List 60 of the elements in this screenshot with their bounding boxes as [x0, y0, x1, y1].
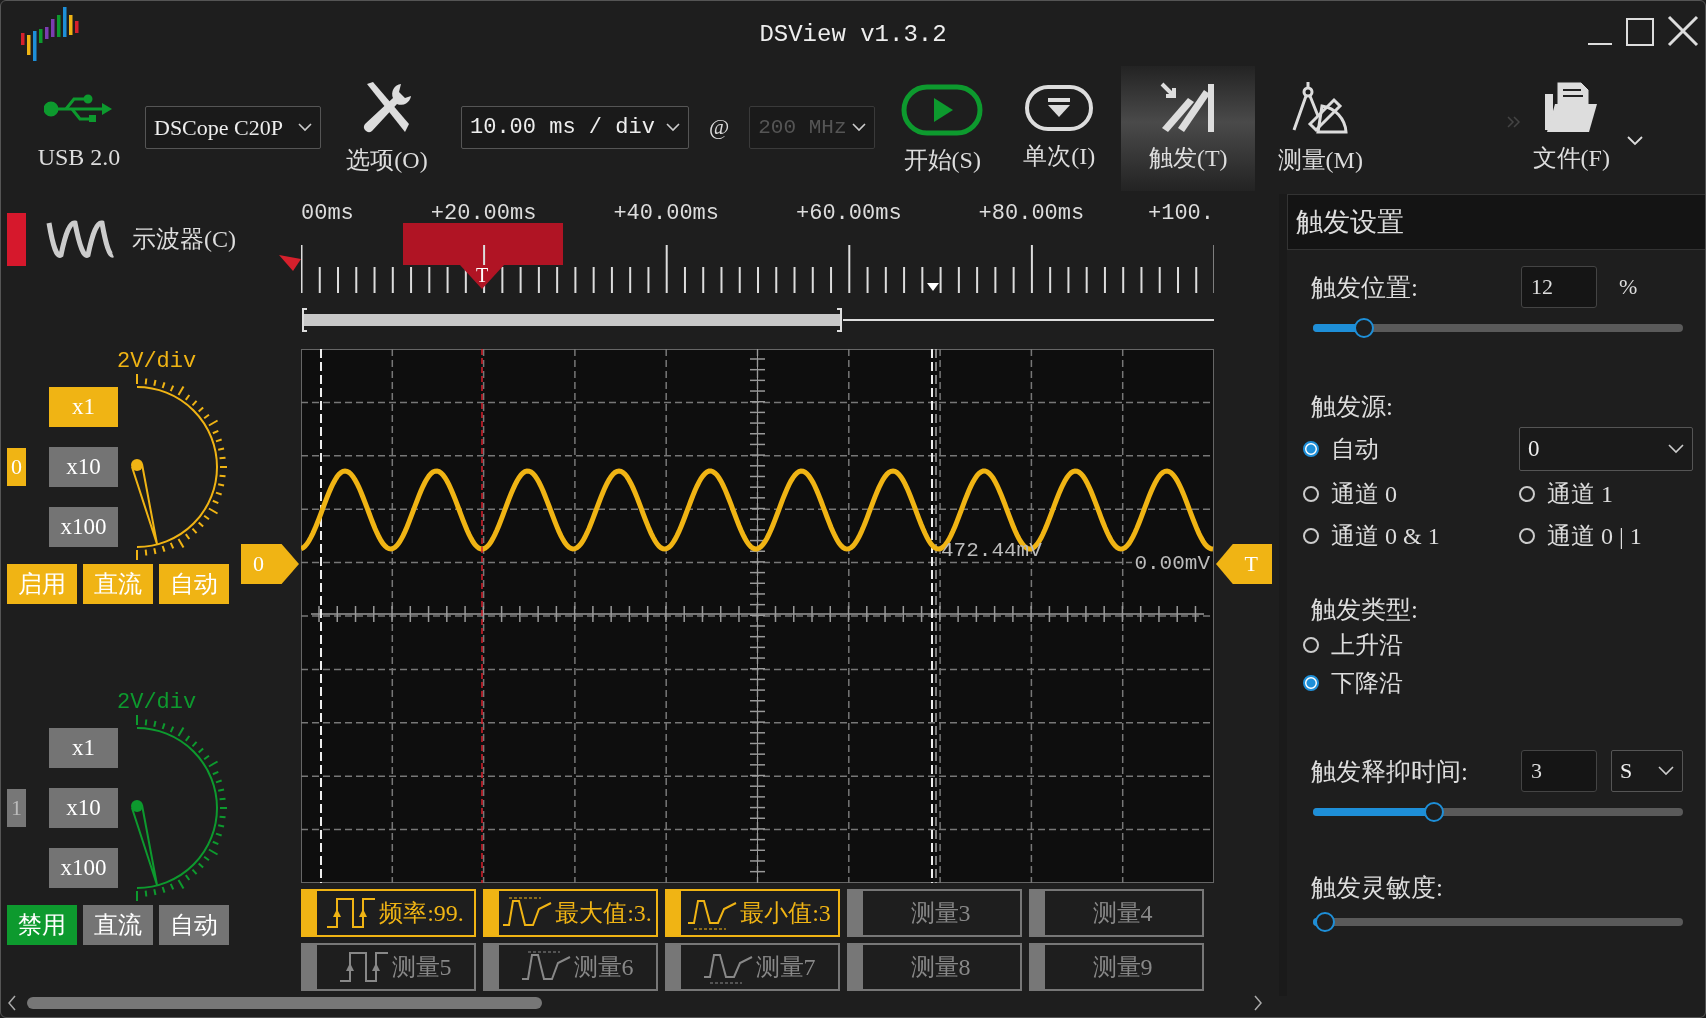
channel-index: 0: [7, 448, 26, 486]
field-label: 触发灵敏度:: [1311, 873, 1444, 903]
measurement-button[interactable]: 测量7: [665, 943, 840, 991]
probe-multiplier-button[interactable]: x10: [49, 447, 118, 487]
cursor-readout: 472.44mV: [941, 539, 1042, 562]
panel-title: 示波器(C): [132, 225, 236, 254]
probe-multiplier-button[interactable]: x100: [49, 848, 118, 888]
probe-multiplier-button[interactable]: x100: [49, 507, 118, 547]
coupling-button[interactable]: 直流: [83, 905, 153, 945]
options-button[interactable]: 选项(O): [339, 66, 435, 191]
time-label: +100.: [1148, 201, 1214, 226]
radio-option[interactable]: 通道 0 | 1: [1519, 517, 1693, 555]
radio-option[interactable]: 通道 1: [1519, 475, 1693, 513]
file-button[interactable]: 文件(F): [1521, 66, 1622, 191]
holdoff-input[interactable]: 3: [1521, 750, 1597, 792]
panel-title: 触发设置: [1296, 206, 1404, 239]
section-label: 触发类型:: [1311, 595, 1419, 625]
radio-option[interactable]: 下降沿: [1303, 664, 1693, 702]
start-button[interactable]: 开始(S): [887, 66, 998, 191]
time-label: +60.00ms: [796, 201, 902, 226]
channel-index: 1: [7, 789, 26, 827]
field-label: 触发位置:: [1311, 272, 1419, 303]
usb-label: USB 2.0: [37, 144, 121, 171]
mode-button[interactable]: 自动: [159, 905, 229, 945]
measurement-button[interactable]: 测量9: [1029, 943, 1204, 991]
volts-per-div-label: 2V/div: [117, 349, 198, 374]
volts-per-div-label: 2V/div: [117, 690, 198, 715]
probe-multiplier-button[interactable]: x10: [49, 788, 118, 828]
trigger-button[interactable]: 触发(T): [1121, 66, 1256, 191]
radio-option[interactable]: 通道 0: [1303, 475, 1519, 513]
measure-button[interactable]: 测量(M): [1265, 66, 1376, 191]
radio-option[interactable]: 上升沿: [1303, 626, 1693, 664]
time-label: 00ms: [301, 201, 354, 226]
at-sign: @: [709, 114, 730, 140]
trigger-position-input[interactable]: 12: [1521, 266, 1597, 308]
measurement-button[interactable]: 测量5: [301, 943, 476, 991]
radio-option[interactable]: 自动: [1303, 430, 1519, 468]
device-select[interactable]: DSCope C20P: [145, 106, 321, 149]
measurement-button[interactable]: 测量6: [483, 943, 658, 991]
time-label: +20.00ms: [430, 201, 537, 226]
measurement-button[interactable]: 频率:99.: [301, 889, 476, 937]
radio-option[interactable]: 通道 0 & 1: [1303, 517, 1519, 555]
timebase-select[interactable]: 10.00 ms / div: [461, 106, 689, 149]
section-label: 触发源:: [1311, 392, 1394, 422]
measurement-button[interactable]: 测量3: [847, 889, 1022, 937]
unit-select[interactable]: S: [1611, 750, 1683, 792]
measurement-button[interactable]: 测量4: [1029, 889, 1204, 937]
trigger-marker[interactable]: T: [460, 265, 504, 289]
measurement-button[interactable]: 测量8: [847, 943, 1022, 991]
window-title: DSView v1.3.2: [759, 21, 947, 48]
time-label: +40.00ms: [613, 201, 719, 226]
unit-label: %: [1619, 274, 1638, 300]
measurement-button[interactable]: 最小值:3: [665, 889, 840, 937]
channel-select[interactable]: 0: [1519, 427, 1693, 471]
probe-multiplier-button[interactable]: x1: [49, 728, 118, 768]
time-label: +80.00ms: [978, 201, 1085, 226]
single-button[interactable]: 单次(I): [997, 66, 1122, 191]
channel-enable-button[interactable]: 禁用: [7, 905, 77, 945]
measurement-button[interactable]: 最大值:3.: [483, 889, 658, 937]
field-label: 触发释抑时间:: [1311, 756, 1469, 787]
